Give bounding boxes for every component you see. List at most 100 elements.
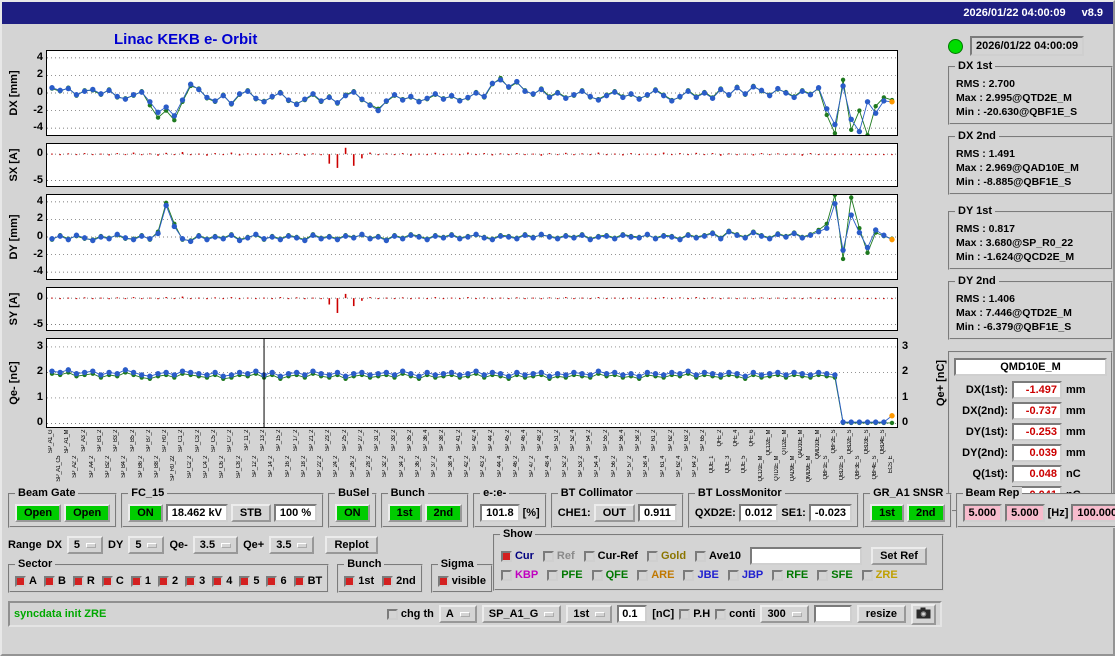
- conti-checkbox[interactable]: conti: [715, 608, 755, 620]
- checkbox-1[interactable]: 1: [130, 575, 151, 587]
- fc15-stb-button[interactable]: STB: [230, 504, 271, 522]
- checkbox-rfe[interactable]: RFE: [772, 569, 808, 581]
- plot-sy-axis-title: SY [A]: [8, 292, 20, 326]
- checkbox-ave10[interactable]: Ave10: [695, 550, 741, 562]
- bpm-label: QFE_4: [733, 430, 740, 447]
- bpm-label: SP_48_4: [545, 456, 552, 478]
- checkbox-gold[interactable]: Gold: [646, 550, 686, 562]
- bpm-name-labels: SP_A1_G SP_A1_C5 SP_A1_M SP_A2_2 SP_A3_2 SP_A…: [46, 429, 898, 485]
- checkbox-2[interactable]: 2: [157, 575, 178, 587]
- status-panel-row: Beam Gate Open Open FC_15 ON 18.462 kV S…: [8, 487, 1115, 528]
- bunch-1st-button[interactable]: 1st: [387, 504, 422, 522]
- checkbox-3[interactable]: 3: [185, 575, 205, 587]
- plot-q-canvas: [46, 338, 898, 428]
- gr-a1-1st-button[interactable]: 1st: [870, 504, 904, 522]
- bunch-order-select[interactable]: 1st: [566, 605, 613, 623]
- fc15-on-button[interactable]: ON: [128, 504, 163, 522]
- beam-rep-hz-unit: [Hz]: [1047, 507, 1069, 519]
- che1-out-button[interactable]: OUT: [593, 504, 635, 522]
- checkbox-label: Cur: [514, 550, 534, 562]
- se1-value: -0.023: [808, 504, 853, 522]
- bunch-2nd-button[interactable]: 2nd: [424, 504, 463, 522]
- bt-lossmonitor-label: BT LossMonitor: [694, 487, 785, 499]
- checkbox-cur[interactable]: Cur: [500, 550, 534, 562]
- checkbox-b[interactable]: B: [43, 575, 66, 587]
- mid-left-column: Range DX 5 DY 5 Qe- 3.5 Qe+ 3.5 Replot S…: [6, 534, 493, 593]
- plot-sy-canvas: [46, 287, 898, 331]
- bpm-label: SP_C1_2: [178, 430, 185, 453]
- bpm-label: SP_31_2: [374, 430, 381, 452]
- sector-label: Sector: [15, 558, 56, 570]
- bpm-label: SP_B7_2: [145, 430, 152, 452]
- replot-button[interactable]: Replot: [325, 536, 378, 554]
- sector-select[interactable]: A: [438, 605, 477, 623]
- bpm-label: SP_44_2: [488, 430, 495, 452]
- checkbox-indicator: [101, 575, 113, 587]
- bpm-label: SP_17_2: [292, 430, 299, 452]
- fc15-kv-value: 18.462 kV: [165, 504, 228, 522]
- checkbox-r[interactable]: R: [72, 575, 95, 587]
- checkbox-4[interactable]: 4: [212, 575, 232, 587]
- range-dy-select[interactable]: 5: [128, 536, 165, 554]
- checkbox-bt[interactable]: BT: [293, 575, 322, 587]
- bpm-label: SP_B4_2: [121, 456, 128, 478]
- bpm-label: SP_36_4: [423, 430, 430, 452]
- checkbox-a[interactable]: A: [15, 575, 37, 587]
- ref-name-input[interactable]: [750, 547, 863, 565]
- checkbox-jbe[interactable]: JBE: [683, 569, 719, 581]
- checkbox-indicator: [500, 550, 512, 562]
- checkbox-c[interactable]: C: [101, 575, 124, 587]
- checkbox-qfe[interactable]: QFE: [591, 569, 628, 581]
- plot-q: Qe- [nC] 3210 Qe+ [nC] 3210: [6, 338, 948, 428]
- checkbox-6[interactable]: 6: [266, 575, 287, 587]
- busel-on-button[interactable]: ON: [335, 504, 370, 522]
- checkbox-indicator: [715, 608, 727, 620]
- checkbox-2nd[interactable]: 2nd: [382, 575, 416, 587]
- checkbox-indicator: [861, 569, 873, 581]
- checkbox-1st[interactable]: 1st: [344, 575, 374, 587]
- checkbox-are[interactable]: ARE: [637, 569, 674, 581]
- bpm-label: SP_55_2: [602, 430, 609, 452]
- checkbox-cur-ref[interactable]: Cur-Ref: [583, 550, 638, 562]
- range-dx-select[interactable]: 5: [66, 536, 104, 554]
- checkbox-label: KBP: [514, 569, 539, 581]
- readout-label: Q(1st):: [972, 468, 1008, 480]
- checkbox-indicator: [679, 608, 691, 620]
- range-qem-label: Qe-: [169, 539, 188, 551]
- gr-a1-2nd-button[interactable]: 2nd: [906, 504, 945, 522]
- plot-dy-axis-title: DY [mm]: [8, 214, 20, 260]
- ph-checkbox[interactable]: P.H: [679, 608, 710, 620]
- checkbox-kbp[interactable]: KBP: [500, 569, 539, 581]
- resize-button[interactable]: resize: [856, 605, 906, 623]
- camera-button[interactable]: [911, 603, 936, 625]
- threshold-input[interactable]: [617, 605, 648, 623]
- stats-max: Max : 2.969@QAD10E_M: [956, 162, 1079, 174]
- checkbox-pfe[interactable]: PFE: [547, 569, 583, 581]
- checkbox-5[interactable]: 5: [239, 575, 259, 587]
- count-select[interactable]: 300: [760, 605, 809, 623]
- beam-gate-open-button-1[interactable]: Open: [15, 504, 62, 522]
- range-qep-select[interactable]: 3.5: [269, 536, 315, 554]
- bpm-label: SP_48_2: [537, 430, 544, 452]
- beam-gate-open-button-2[interactable]: Open: [64, 504, 111, 522]
- checkbox-jbp[interactable]: JBP: [727, 569, 763, 581]
- chg-th-checkbox[interactable]: chg th: [386, 608, 434, 620]
- bpm-select[interactable]: SP_A1_G: [481, 605, 562, 623]
- range-qem-select[interactable]: 3.5: [192, 536, 239, 554]
- bpm-readout-title[interactable]: QMD10E_M: [954, 358, 1107, 376]
- plot-q-right-axis-title: Qe+ [nC]: [935, 359, 948, 407]
- bpm-label: QAD10E_M: [798, 430, 805, 459]
- che1-value: 0.911: [637, 504, 677, 522]
- checkbox-sfe[interactable]: SFE: [817, 569, 853, 581]
- stats-max: Max : 3.680@SP_R0_22: [956, 237, 1074, 249]
- checkbox-zre[interactable]: ZRE: [861, 569, 898, 581]
- stats-min: Min : -8.885@QBF1E_S: [956, 176, 1072, 188]
- blank-entry[interactable]: [813, 605, 852, 623]
- set-ref-button[interactable]: Set Ref: [871, 547, 927, 565]
- dropdown-indicator-icon: [459, 611, 470, 617]
- plot-header: Linac KEKB e- Orbit: [6, 24, 944, 50]
- checkbox-indicator: [817, 569, 829, 581]
- bpm-label: SP_B3_2: [113, 430, 120, 452]
- checkbox-ref[interactable]: Ref: [542, 550, 575, 562]
- checkbox-visible[interactable]: visible: [437, 575, 486, 587]
